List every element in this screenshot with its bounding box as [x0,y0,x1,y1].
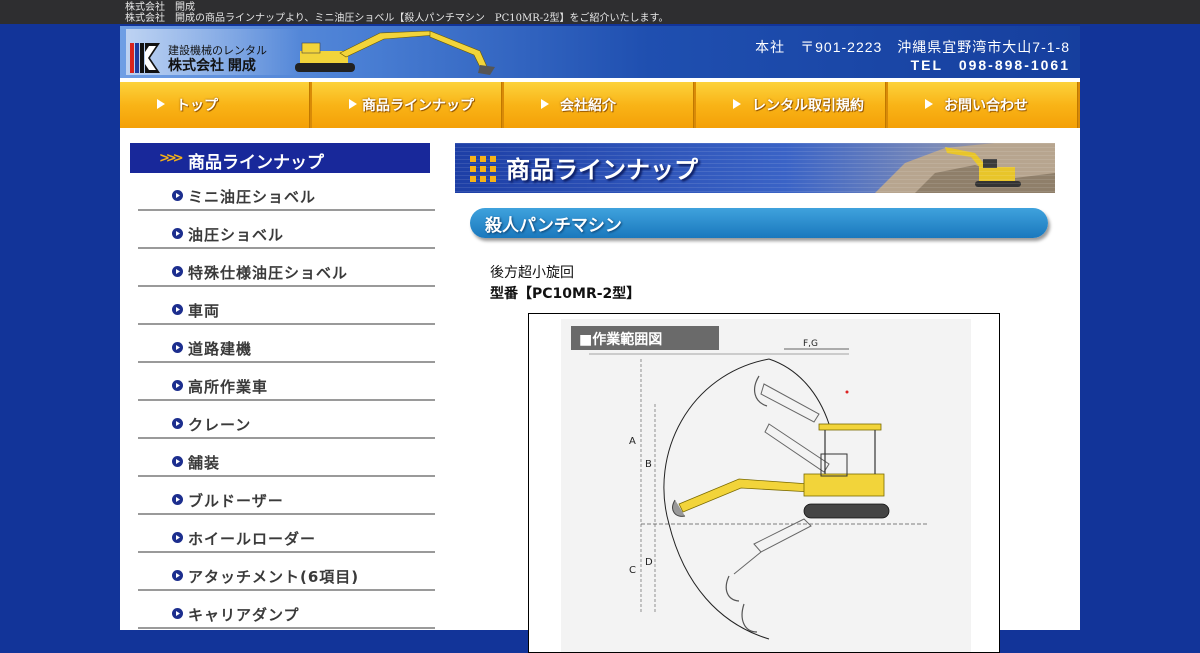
sidebar-item-label: 舗装 [188,454,221,472]
sidebar-item-label: 特殊仕様油圧ショベル [188,264,349,282]
dim-label-a: A [629,436,636,447]
nav-item-contact[interactable]: お問い合わせ [888,82,1078,128]
sidebar-item-paving[interactable]: 舗装 [138,439,435,477]
circle-arrow-icon [172,532,183,543]
excavator-canopy [818,423,882,431]
nav-item-top[interactable]: トップ [120,82,310,128]
nav-item-label: レンタル取引規約 [752,98,864,114]
nav-item-label: お問い合わせ [944,98,1028,114]
sidebar-item-label: キャリアダンプ [188,606,300,624]
sidebar-header: >>> 商品ラインナップ [130,143,430,173]
sidebar-item-label: 道路建機 [188,340,253,358]
site-name-text: 株式会社 開成 [125,2,195,13]
nav-item-rental-terms[interactable]: レンタル取引規約 [696,82,886,128]
company-logo[interactable]: 建設機械のレンタル 株式会社 開成 [126,29,301,75]
logo-mark-icon [130,43,160,73]
product-title: 殺人パンチマシン [485,216,622,236]
triangle-right-icon [157,99,165,109]
circle-arrow-icon [172,494,183,505]
nav-item-label: 会社紹介 [560,98,616,114]
circle-arrow-icon [172,456,183,467]
nav-item-label: トップ [176,98,218,114]
circle-arrow-icon [172,266,183,277]
sidebar-item-label: 車両 [188,302,221,320]
sidebar-category-list: ミニ油圧ショベル 油圧ショベル 特殊仕様油圧ショベル 車両 道路建機 高所作業車… [138,173,435,629]
sidebar-item-special-excavator[interactable]: 特殊仕様油圧ショベル [138,249,435,287]
triangle-right-icon [925,99,933,109]
sidebar-item-label: クレーン [188,416,252,434]
dim-label-b: B [645,459,652,470]
circle-arrow-icon [172,380,183,391]
site-header: 建設機械のレンタル 株式会社 開成 本社 〒901-2223 沖縄県宜野湾市大山… [120,26,1080,78]
sidebar-item-bulldozer[interactable]: ブルドーザー [138,477,435,515]
product-model: 型番【PC10MR-2型】 [490,286,641,302]
triangle-right-icon [349,99,357,109]
sidebar-item-label: ミニ油圧ショベル [188,188,317,206]
circle-arrow-icon [172,342,183,353]
sidebar-item-wheel-loader[interactable]: ホイールローダー [138,515,435,553]
triangle-right-icon [733,99,741,109]
sidebar-item-label: ホイールローダー [188,530,317,548]
lineup-banner: 商品ラインナップ [455,143,1055,193]
page-container: 建設機械のレンタル 株式会社 開成 本社 〒901-2223 沖縄県宜野湾市大山… [120,26,1080,653]
sidebar-item-attachments[interactable]: アタッチメント(6項目) [138,553,435,591]
dim-label-d: D [645,557,653,568]
sidebar-title: 商品ラインナップ [188,153,324,173]
address-text: 本社 〒901-2223 沖縄県宜野湾市大山7-1-8 [755,39,1070,55]
triple-chevron-icon: >>> [159,151,184,166]
sidebar-item-crane[interactable]: クレーン [138,401,435,439]
working-range-drawing: ■作業範囲図 F,G A B C D [561,319,971,652]
sidebar-item-carrier-dump[interactable]: キャリアダンプ [138,591,435,629]
diagram-red-dot [845,390,849,394]
sidebar-item-excavator[interactable]: 油圧ショベル [138,211,435,249]
top-info-bar: 株式会社 開成 株式会社 開成の商品ラインナップより、ミニ油圧ショベル【殺人パン… [0,0,1200,24]
diagram-title: ■作業範囲図 [579,331,662,348]
circle-arrow-icon [172,418,183,429]
circle-arrow-icon [172,608,183,619]
main-navigation: トップ 商品ラインナップ 会社紹介 レンタル取引規約 お問い合わせ [120,82,1080,128]
circle-arrow-icon [172,570,183,581]
telephone-text[interactable]: TEL 098-898-1061 [911,55,1070,75]
banner-title: 商品ラインナップ [506,156,698,184]
header-excavator-illustration [295,30,495,75]
nav-item-label: 商品ラインナップ [362,98,474,114]
circle-arrow-icon [172,228,183,239]
circle-arrow-icon [172,190,183,201]
circle-arrow-icon [172,304,183,315]
product-description: 後方超小旋回 [490,265,574,281]
sidebar-item-aerial-work[interactable]: 高所作業車 [138,363,435,401]
dim-label-c: C [629,565,636,576]
sidebar-item-label: 油圧ショベル [188,226,285,244]
sidebar-item-vehicles[interactable]: 車両 [138,287,435,325]
nav-item-company[interactable]: 会社紹介 [504,82,694,128]
working-range-diagram: ■作業範囲図 F,G A B C D [528,313,1000,653]
grid-dots-icon [470,156,496,182]
excavator-track [803,503,890,519]
sidebar-item-label: ブルドーザー [188,492,284,510]
sidebar-item-mini-excavator[interactable]: ミニ油圧ショベル [138,173,435,211]
dim-label-fg: F,G [803,339,818,349]
sidebar-item-road-machinery[interactable]: 道路建機 [138,325,435,363]
sidebar-item-label: アタッチメント(6項目) [188,568,360,586]
page-intro-text: 株式会社 開成の商品ラインナップより、ミニ油圧ショベル【殺人パンチマシン PC1… [125,13,669,24]
sidebar-item-label: 高所作業車 [188,378,269,396]
product-title-bar: 殺人パンチマシン [470,208,1048,238]
excavator-body [803,473,885,497]
logo-company-name: 株式会社 開成 [168,57,256,73]
nav-item-lineup[interactable]: 商品ラインナップ [312,82,502,128]
triangle-right-icon [541,99,549,109]
